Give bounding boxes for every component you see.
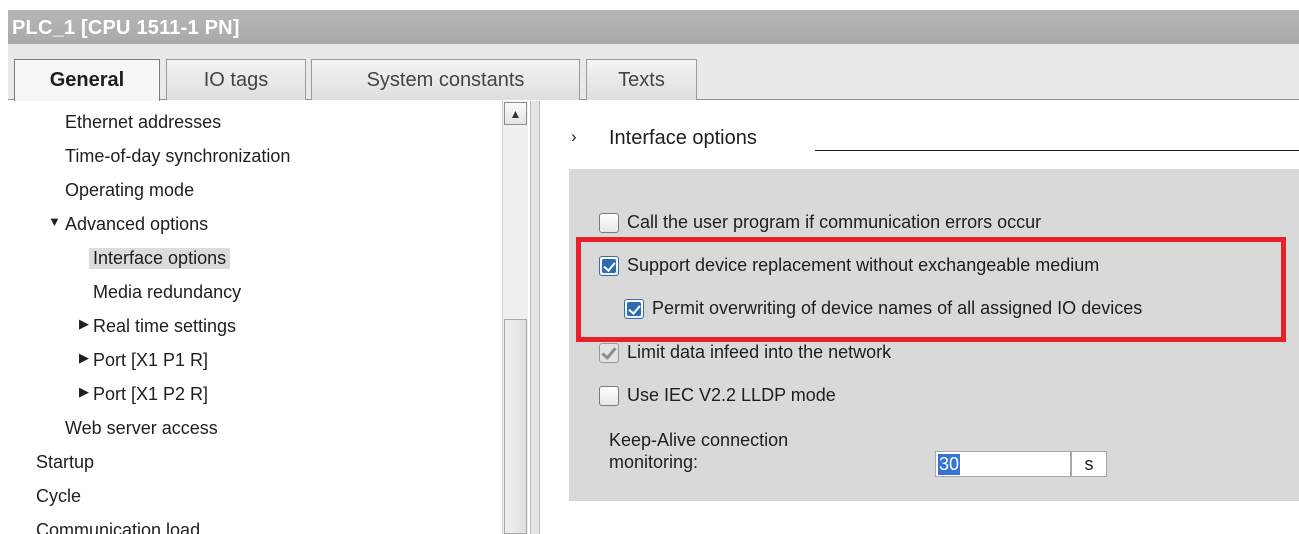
keep-alive-input[interactable]: 30 <box>935 451 1071 477</box>
checkbox[interactable] <box>599 385 619 406</box>
collapsed-triangle-icon[interactable]: ▶ <box>79 350 89 366</box>
keep-alive-label: Keep-Alive connection monitoring: <box>609 429 788 473</box>
section-title: Interface options <box>609 127 757 149</box>
nav-scrollbar[interactable]: ▲ <box>502 101 528 534</box>
collapsed-triangle-icon[interactable]: ▶ <box>79 384 89 400</box>
tab-general[interactable]: General <box>14 59 160 101</box>
checkbox[interactable] <box>599 212 619 233</box>
nav-item-ethernet-addresses[interactable]: Ethernet addresses <box>8 105 502 139</box>
scroll-up-arrow-icon[interactable]: ▲ <box>504 102 527 125</box>
nav-item-communication-load[interactable]: Communication load <box>8 513 502 534</box>
nav-item-label: Port [X1 P1 R] <box>93 350 209 370</box>
nav-item-port-x1-p2[interactable]: ▶ Port [X1 P2 R] <box>8 377 502 411</box>
properties-content: › Interface options Call the user progra… <box>541 101 1299 534</box>
scroll-thumb[interactable] <box>504 319 527 534</box>
option-limit-data-infeed: Limit data infeed into the network <box>599 342 891 363</box>
nav-item-label: Startup <box>36 452 95 472</box>
nav-item-label: Operating mode <box>65 180 195 200</box>
nav-item-advanced-options[interactable]: ▼ Advanced options <box>8 207 502 241</box>
nav-item-label: Ethernet addresses <box>65 112 222 132</box>
nav-item-cycle[interactable]: Cycle <box>8 479 502 513</box>
tab-system-constants[interactable]: System constants <box>311 59 580 100</box>
keep-alive-value: 30 <box>938 454 961 475</box>
collapsed-triangle-icon[interactable]: ▶ <box>79 316 89 332</box>
nav-item-label: Cycle <box>36 486 82 506</box>
keep-alive-label-line1: Keep-Alive connection <box>609 430 789 450</box>
properties-nav-tree: Ethernet addresses Time-of-day synchroni… <box>8 101 528 534</box>
option-label: Call the user program if communication e… <box>627 212 1042 232</box>
tab-strip: General IO tags System constants Texts <box>8 44 1299 101</box>
nav-item-label: Communication load <box>36 520 201 534</box>
option-permit-overwriting-device-names[interactable]: Permit overwriting of device names of al… <box>624 298 1142 319</box>
nav-item-label: Real time settings <box>93 316 237 336</box>
chevron-right-icon: › <box>571 127 577 146</box>
checkbox-checked[interactable] <box>599 255 619 276</box>
panel-splitter[interactable] <box>530 101 540 534</box>
nav-item-time-of-day-sync[interactable]: Time-of-day synchronization <box>8 139 502 173</box>
keep-alive-unit: s <box>1071 451 1107 477</box>
nav-item-operating-mode[interactable]: Operating mode <box>8 173 502 207</box>
option-label: Use IEC V2.2 LLDP mode <box>627 385 836 405</box>
checkbox-checked[interactable] <box>624 298 644 319</box>
option-call-user-program[interactable]: Call the user program if communication e… <box>599 212 1041 233</box>
editor-title: PLC_1 [CPU 1511-1 PN] <box>12 17 240 39</box>
keep-alive-label-line2: monitoring: <box>609 452 699 472</box>
section-divider <box>815 150 1299 151</box>
expanded-triangle-icon[interactable]: ▼ <box>48 214 61 229</box>
nav-item-port-x1-p1[interactable]: ▶ Port [X1 P1 R] <box>8 343 502 377</box>
nav-item-label: Web server access <box>65 418 218 438</box>
tab-texts[interactable]: Texts <box>586 59 697 100</box>
nav-item-interface-options[interactable]: Interface options <box>8 241 502 275</box>
nav-item-real-time-settings[interactable]: ▶ Real time settings <box>8 309 502 343</box>
option-label: Limit data infeed into the network <box>627 342 892 362</box>
nav-item-media-redundancy[interactable]: Media redundancy <box>8 275 502 309</box>
option-iec-lldp-mode[interactable]: Use IEC V2.2 LLDP mode <box>599 385 836 406</box>
editor-title-bar: PLC_1 [CPU 1511-1 PN] <box>8 10 1299 44</box>
nav-item-label: Port [X1 P2 R] <box>93 384 209 404</box>
nav-item-label: Advanced options <box>65 214 209 234</box>
nav-item-startup[interactable]: Startup <box>8 445 502 479</box>
nav-item-web-server-access[interactable]: Web server access <box>8 411 502 445</box>
option-support-device-replacement[interactable]: Support device replacement without excha… <box>599 255 1099 276</box>
option-label: Permit overwriting of device names of al… <box>652 298 1143 318</box>
checkbox-checked-disabled <box>599 342 619 363</box>
nav-item-label: Interface options <box>89 248 231 269</box>
nav-item-label: Time-of-day synchronization <box>65 146 291 166</box>
option-label: Support device replacement without excha… <box>627 255 1100 275</box>
nav-item-label: Media redundancy <box>93 282 242 302</box>
tab-io-tags[interactable]: IO tags <box>166 59 306 100</box>
